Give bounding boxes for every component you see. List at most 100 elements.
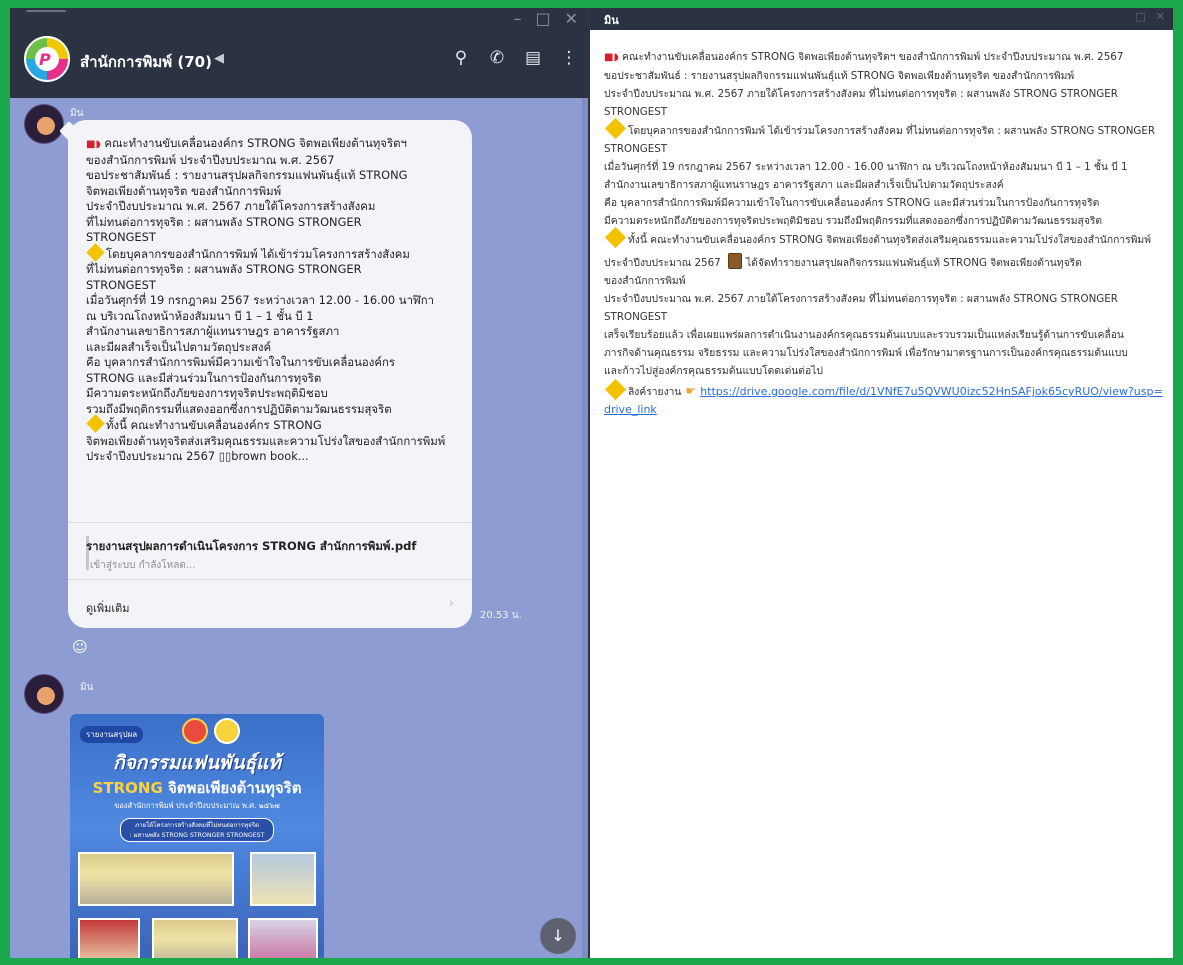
flag-icon: ■◗ [604,52,619,63]
text-line: ได้จัดทำรายงานสรุปผลกิจกรรมแฟนพันธุ์แท้ … [746,257,1082,269]
poster-box-line: ภายใต้โครงการสร้างสังคมที่ไม่ทนต่อการทุจ… [134,822,260,829]
text-line: STRONGEST [86,277,156,292]
text-line: STRONGEST [86,230,156,244]
avatar[interactable] [24,674,64,714]
message-time: 20.53 น. [480,610,522,621]
text-line: ที่ไม่ทนต่อการทุจริต : ผสานพลัง STRONG S… [86,262,362,276]
poster-heading: กิจกรรมแฟนพันธุ์แท้ [113,752,281,774]
group-avatar[interactable]: P [24,36,70,82]
photo [78,918,140,958]
text-line: โดยบุคลากรของสำนักการพิมพ์ ได้เข้าร่วมโค… [106,246,410,261]
image-message[interactable]: รายงานสรุปผล กิจกรรมแฟนพันธุ์แท้ STRONG … [70,714,324,958]
text-line: คณะทำงานขับเคลื่อนองค์กร STRONG จิตพอเพี… [622,51,1124,63]
photo [248,918,318,958]
attachment-status: เข้าสู่ระบบ กำลังโหลด... [90,560,196,571]
text-line: คณะทำงานขับเคลื่อนองค์กร STRONG จิตพอเพี… [104,136,407,150]
detail-title: มิน [604,14,619,27]
sender-name: มิน [70,108,84,119]
scrollbar[interactable] [582,98,588,958]
text-line: และมีผลสำเร็จเป็นไปตามวัตถุประสงค์ [86,339,272,354]
text-line: มีความตระหนักถึงภัยของการทุจริตประพฤติมิ… [604,215,1103,227]
chat-header: – □ ✕ P สำนักการพิมพ์ (70) ◀ ⚲ ✆ ▤ ⋮ [10,8,588,98]
text-line: จิตพอเพียงต้านทุจริตส่งเสริมคุณธรรมและคว… [86,433,446,448]
emblem-logo [182,718,208,744]
text-line: ภารกิจด้านคุณธรรม จริยธรรม และความโปร่งใ… [604,347,1128,359]
text-line: โดยบุคลากรของสำนักการพิมพ์ ได้เข้าร่วมโค… [604,125,1156,155]
text-line: เมื่อวันศุกร์ที่ 19 กรกฎาคม 2567 ระหว่าง… [86,293,435,307]
strong-logo [214,718,240,744]
titlebar-handle [26,10,66,16]
header-actions: ⚲ ✆ ▤ ⋮ [452,48,578,68]
pointing-hand-icon: ☛ [685,384,697,398]
window-controls: – □ ✕ [513,8,578,30]
text-line: ประจำปีงบประมาณ พ.ศ. 2567 ภายใต้โครงการส… [604,88,1118,118]
poster-box: ภายใต้โครงการสร้างสังคมที่ไม่ทนต่อการทุจ… [120,818,274,842]
diamond-icon [86,242,105,262]
close-icon[interactable]: ✕ [565,11,578,27]
photo [78,852,234,906]
file-attachment[interactable]: รายงานสรุปผลการดำเนินโครงการ STRONG สำนั… [68,522,472,580]
text-line: เมื่อวันศุกร์ที่ 19 กรกฎาคม 2567 ระหว่าง… [604,161,1128,173]
text-line: ลิงค์รายงาน [628,386,682,398]
minimize-icon[interactable]: – [513,11,521,27]
poster-line: ของสำนักการพิมพ์ ประจำปีงบประมาณ พ.ศ. ๒๕… [114,801,280,810]
see-more-link[interactable]: ดูเพิ่มเติม [86,599,130,617]
text-line: ณ บริเวณโถงหน้าห้องสัมมนา บี 1 – 1 ชั้น … [86,308,314,323]
avatar[interactable] [24,104,64,144]
poster-subheading: STRONG จิตพอเพียงต้านทุจริต [70,776,324,800]
text-line: ของสำนักการพิมพ์ ประจำปีงบประมาณ พ.ศ. 25… [86,152,335,167]
text-line: ประจำปีงบประมาณ พ.ศ. 2567 ภายใต้โครงการส… [86,199,376,213]
text-line: จิตพอเพียงต้านทุจริต ของสำนักการพิมพ์ [86,183,282,198]
diamond-icon [604,378,627,401]
text-line: และก้าวไปสู่องค์กรคุณธรรมต้นแบบโดดเด่นต่… [604,365,823,377]
sender-name: มิน [80,682,94,693]
notes-icon[interactable]: ▤ [524,48,542,68]
flag-icon: ■◗ [86,139,101,150]
more-icon[interactable]: ⋮ [560,48,578,68]
message-bubble[interactable]: ■◗ คณะทำงานขับเคลื่อนองค์กร STRONG จิตพอ… [68,120,472,628]
text-line: เสร็จเรียบร้อยแล้ว เพื่อเผยแพร่ผลการดำเน… [604,329,1124,341]
text-line: ที่ไม่ทนต่อการทุจริต : ผสานพลัง STRONG S… [86,214,362,229]
diamond-icon [86,414,105,433]
detail-window-controls: □ ✕ [1135,10,1165,23]
scroll-down-button[interactable]: ↓ [540,918,576,954]
text-line: สำนักงานเลขาธิการสภาผู้แทนราษฎร อาคารรัฐ… [86,324,340,338]
reaction-icon[interactable]: ☺ [72,638,88,656]
diamond-icon [604,117,627,140]
speaker-icon: ◀ [214,51,224,66]
phone-icon[interactable]: ✆ [488,48,506,68]
text-line: รวมถึงมีพฤติกรรมที่แสดงออกซึ่งการปฏิบัติ… [86,401,392,416]
screen-frame: – □ ✕ P สำนักการพิมพ์ (70) ◀ ⚲ ✆ ▤ ⋮ มิน… [10,8,1173,958]
close-icon[interactable]: ✕ [1156,10,1165,23]
text-line: ทั้งนี้ คณะทำงานขับเคลื่อนองค์กร STRONG … [628,234,1151,246]
detail-text: ■◗ คณะทำงานขับเคลื่อนองค์กร STRONG จิตพอ… [604,48,1164,419]
message-text: ■◗ คณะทำงานขับเคลื่อนองค์กร STRONG จิตพอ… [86,136,458,465]
maximize-icon[interactable]: □ [1135,10,1145,23]
chat-window: – □ ✕ P สำนักการพิมพ์ (70) ◀ ⚲ ✆ ▤ ⋮ มิน… [10,8,588,958]
text-line: คือ บุคลากรสำนักการพิมพ์มีความเข้าใจในกา… [604,197,1100,209]
text-line: ประจำปีงบประมาณ 2567 [604,257,721,269]
text-line: ของสำนักการพิมพ์ [604,275,686,287]
text-line: มีความตระหนักถึงภัยของการทุจริตประพฤติมิ… [86,386,328,400]
message-detail-window: มิน □ ✕ ■◗ คณะทำงานขับเคลื่อนองค์กร STRO… [590,8,1173,958]
maximize-icon[interactable]: □ [535,11,550,27]
diamond-icon [604,226,627,249]
poster-rest-text: จิตพอเพียงต้านทุจริต [162,779,302,797]
text-line: ประจำปีงบประมาณ พ.ศ. 2567 ภายใต้โครงการส… [604,293,1118,323]
poster-tag: รายงานสรุปผล [80,726,144,743]
text-line: คือ บุคลากรสำนักการพิมพ์มีความเข้าใจในกา… [86,355,395,369]
text-line: ขอประชาสัมพันธ์ : รายงานสรุปผลกิจกรรมแฟน… [604,70,1075,82]
text-line: ประจำปีงบประมาณ 2567 ▯▯brown book... [86,449,309,463]
poster-strong-text: STRONG [92,779,163,797]
photo [250,852,316,906]
book-icon [728,253,742,269]
poster-box-line: : ผสานพลัง STRONG STRONGER STRONGEST [129,832,265,839]
search-icon[interactable]: ⚲ [452,48,470,68]
detail-titlebar: มิน □ ✕ [590,8,1173,30]
photo [152,918,238,958]
chevron-right-icon[interactable]: › [449,596,454,611]
text-line: ขอประชาสัมพันธ์ : รายงานสรุปผลกิจกรรมแฟน… [86,168,408,182]
text-line: สำนักงานเลขาธิการสภาผู้แทนราษฎร อาคารรัฐ… [604,179,1004,191]
attachment-title: รายงานสรุปผลการดำเนินโครงการ STRONG สำนั… [86,539,417,553]
chat-title: สำนักการพิมพ์ (70) [80,53,212,71]
